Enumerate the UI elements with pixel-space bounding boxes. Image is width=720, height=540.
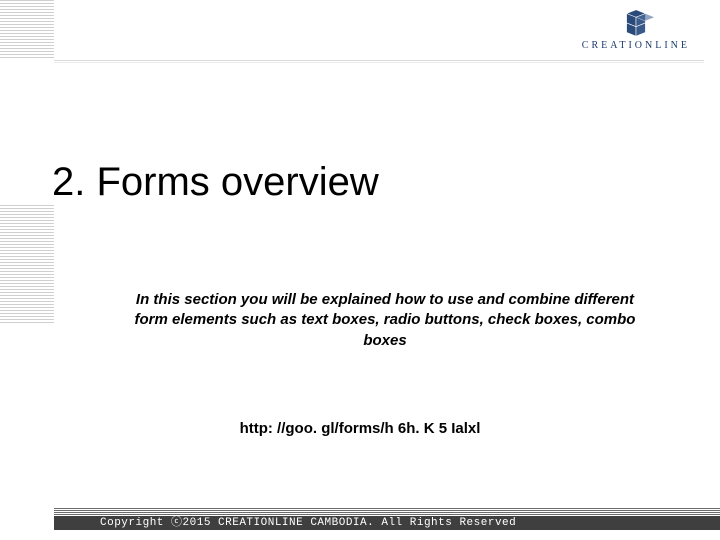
slide-title: 2. Forms overview [52, 160, 379, 205]
slide-description: In this section you will be explained ho… [130, 290, 640, 351]
header: CREATIONLINE [0, 0, 720, 70]
brand-logo: CREATIONLINE [582, 6, 690, 51]
slide: CREATIONLINE 2. Forms overview In this s… [0, 0, 720, 540]
cube-grid-icon [617, 6, 655, 38]
footer-copyright: Copyright ⓒ2015 CREATIONLINE CAMBODIA. A… [100, 513, 516, 529]
brand-name: CREATIONLINE [582, 40, 690, 51]
slide-url: http: //goo. gl/forms/h 6h. K 5 Ialxl [0, 420, 720, 437]
header-divider [54, 60, 704, 66]
footer: Copyright ⓒ2015 CREATIONLINE CAMBODIA. A… [0, 506, 720, 540]
